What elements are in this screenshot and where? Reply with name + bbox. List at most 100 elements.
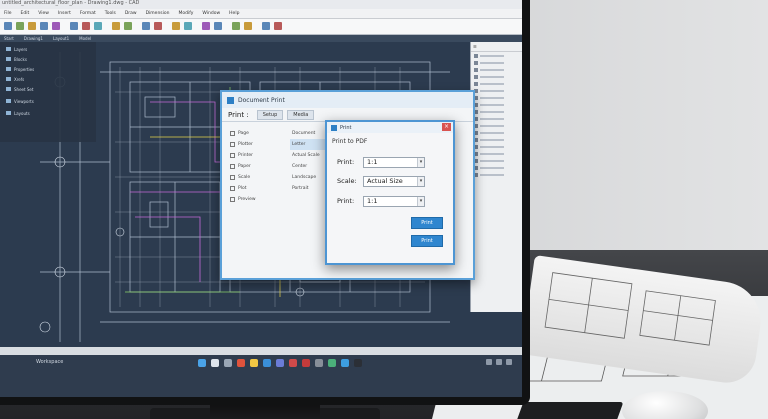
terminal-icon[interactable]: [354, 359, 362, 367]
list-item[interactable]: Page: [230, 128, 286, 139]
text-tool-icon[interactable]: [154, 22, 162, 30]
doc-tab-start[interactable]: Start: [4, 35, 14, 42]
polyline-tool-icon[interactable]: [16, 22, 24, 30]
property-row[interactable]: [471, 164, 522, 171]
print-select[interactable]: 1:1 ▾: [363, 156, 425, 168]
print-dialog-titlebar: Print: [327, 122, 453, 133]
sidebar-item-layouts[interactable]: Layouts: [6, 110, 30, 116]
value-item[interactable]: Document: [290, 128, 328, 139]
properties-tool-icon[interactable]: [214, 22, 222, 30]
chat-icon[interactable]: [289, 359, 297, 367]
sidebar-item-viewports[interactable]: Viewports: [6, 98, 34, 104]
view-tool-icon[interactable]: [244, 22, 252, 30]
media-icon[interactable]: [328, 359, 336, 367]
sidebar-item-properties[interactable]: Properties: [6, 66, 34, 72]
menu-insert[interactable]: Insert: [58, 9, 71, 18]
circle-tool-icon[interactable]: [28, 22, 36, 30]
menu-draw[interactable]: Draw: [125, 9, 137, 18]
tab-media[interactable]: Media: [287, 109, 315, 120]
menu-dimension[interactable]: Dimension: [146, 9, 170, 18]
doc-tab-drawing1[interactable]: Drawing1: [24, 35, 43, 42]
value-item[interactable]: Landscape: [290, 172, 328, 183]
line-tool-icon[interactable]: [4, 22, 12, 30]
property-row[interactable]: [471, 143, 522, 150]
store-icon[interactable]: [276, 359, 284, 367]
property-row[interactable]: [471, 150, 522, 157]
move-tool-icon[interactable]: [70, 22, 78, 30]
search-icon[interactable]: [211, 359, 219, 367]
start-icon[interactable]: [198, 359, 206, 367]
close-icon[interactable]: ×: [442, 123, 451, 131]
print-select-2[interactable]: 1:1 ▾: [363, 195, 425, 207]
value-item-selected[interactable]: Letter: [290, 139, 328, 150]
menu-modify[interactable]: Modify: [179, 9, 194, 18]
property-row[interactable]: [471, 52, 522, 59]
zoom-tool-icon[interactable]: [262, 22, 270, 30]
property-row[interactable]: [471, 80, 522, 87]
trim-tool-icon[interactable]: [112, 22, 120, 30]
block-tool-icon[interactable]: [184, 22, 192, 30]
property-row[interactable]: [471, 66, 522, 73]
value-item[interactable]: Center: [290, 161, 328, 172]
photos-icon[interactable]: [341, 359, 349, 367]
property-row[interactable]: [471, 73, 522, 80]
menu-edit[interactable]: Edit: [21, 9, 30, 18]
doc-tab-model[interactable]: Model: [79, 35, 91, 42]
scale-select[interactable]: Actual Size ▾: [363, 175, 425, 187]
settings-icon[interactable]: [315, 359, 323, 367]
mail-icon[interactable]: [263, 359, 271, 367]
dimension-tool-icon[interactable]: [142, 22, 150, 30]
value-item[interactable]: Actual Scale: [290, 150, 328, 161]
property-row[interactable]: [471, 122, 522, 129]
menu-format[interactable]: Format: [80, 9, 96, 18]
property-row[interactable]: [471, 136, 522, 143]
property-row[interactable]: [471, 171, 522, 178]
ribbon-toolbar: [0, 19, 522, 35]
layer-tool-icon[interactable]: [172, 22, 180, 30]
sidebar-item-layers[interactable]: Layers: [6, 46, 27, 52]
workspace-label[interactable]: Workspace: [36, 359, 63, 365]
menu-help[interactable]: Help: [229, 9, 239, 18]
pan-tool-icon[interactable]: [274, 22, 282, 30]
property-row[interactable]: [471, 87, 522, 94]
menu-file[interactable]: File: [4, 9, 12, 18]
property-row[interactable]: [471, 157, 522, 164]
browser-icon[interactable]: [237, 359, 245, 367]
sidebar-item-xrefs[interactable]: Xrefs: [6, 76, 24, 82]
battery-icon[interactable]: [506, 359, 512, 365]
measure-tool-icon[interactable]: [232, 22, 240, 30]
volume-icon[interactable]: [496, 359, 502, 365]
extend-tool-icon[interactable]: [124, 22, 132, 30]
cad-app-icon[interactable]: [302, 359, 310, 367]
task-view-icon[interactable]: [224, 359, 232, 367]
list-item[interactable]: Plot: [230, 183, 286, 194]
rotate-tool-icon[interactable]: [94, 22, 102, 30]
menu-window[interactable]: Window: [202, 9, 220, 18]
property-row[interactable]: [471, 59, 522, 66]
list-item[interactable]: Preview: [230, 194, 286, 205]
property-row[interactable]: [471, 108, 522, 115]
value-item[interactable]: Portrait: [290, 183, 328, 194]
arc-tool-icon[interactable]: [40, 22, 48, 30]
tab-setup[interactable]: Setup: [256, 109, 284, 120]
rectangle-tool-icon[interactable]: [52, 22, 60, 30]
property-row[interactable]: [471, 101, 522, 108]
list-item[interactable]: Scale: [230, 172, 286, 183]
sidebar-item-sheet-set[interactable]: Sheet Set: [6, 86, 33, 92]
property-row[interactable]: [471, 129, 522, 136]
property-row[interactable]: [471, 115, 522, 122]
menu-tools[interactable]: Tools: [105, 9, 116, 18]
list-item[interactable]: Printer: [230, 150, 286, 161]
hatch-tool-icon[interactable]: [202, 22, 210, 30]
sidebar-item-blocks[interactable]: Blocks: [6, 56, 27, 62]
print-confirm-button[interactable]: Print: [411, 235, 443, 247]
list-item[interactable]: Plotter: [230, 139, 286, 150]
doc-tab-layout1[interactable]: Layout1: [53, 35, 69, 42]
list-item[interactable]: Paper: [230, 161, 286, 172]
files-icon[interactable]: [250, 359, 258, 367]
copy-tool-icon[interactable]: [82, 22, 90, 30]
network-icon[interactable]: [486, 359, 492, 365]
print-button[interactable]: Print: [411, 217, 443, 229]
property-row[interactable]: [471, 94, 522, 101]
menu-view[interactable]: View: [38, 9, 49, 18]
